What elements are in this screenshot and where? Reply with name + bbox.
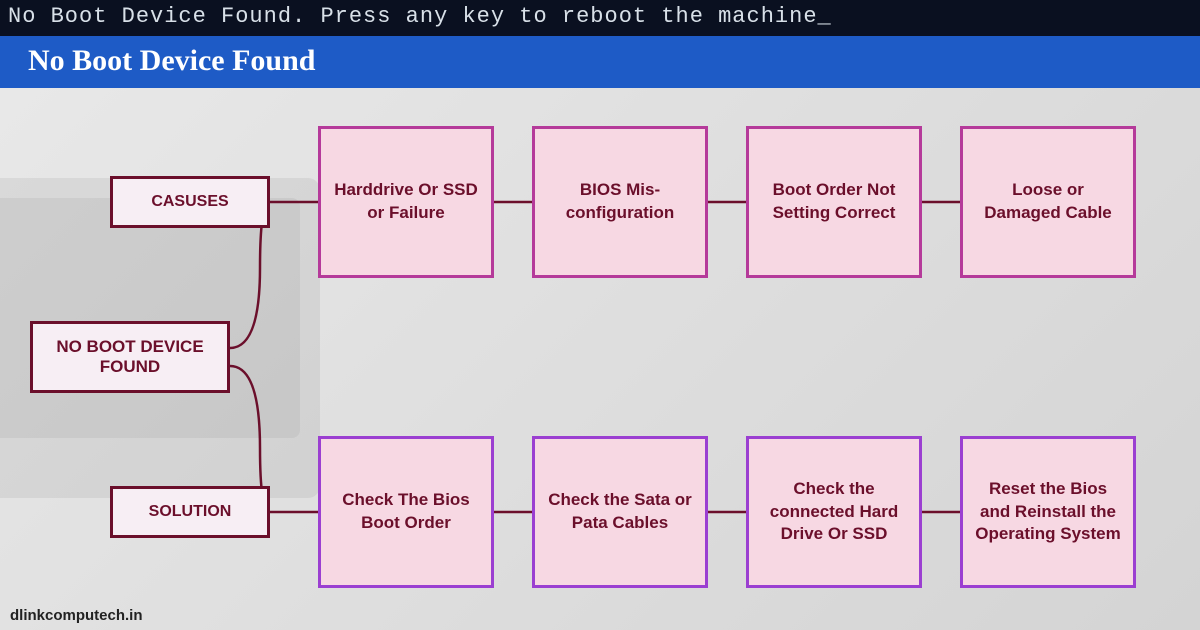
page-title: No Boot Device Found <box>0 36 1200 88</box>
solution-card-2: Check the Sata or Pata Cables <box>532 436 708 588</box>
causes-label: CASUSES <box>110 176 270 228</box>
cause-card-4: Loose or Damaged Cable <box>960 126 1136 278</box>
root-node: NO BOOT DEVICE FOUND <box>30 321 230 393</box>
diagram-area: NO BOOT DEVICE FOUND CASUSES SOLUTION Ha… <box>0 88 1200 630</box>
footer-credit: dlinkcomputech.in <box>10 607 143 624</box>
cause-card-1: Harddrive Or SSD or Failure <box>318 126 494 278</box>
solution-card-3: Check the connected Hard Drive Or SSD <box>746 436 922 588</box>
solution-label: SOLUTION <box>110 486 270 538</box>
solution-card-1: Check The Bios Boot Order <box>318 436 494 588</box>
solution-card-4: Reset the Bios and Reinstall the Operati… <box>960 436 1136 588</box>
cause-card-3: Boot Order Not Setting Correct <box>746 126 922 278</box>
cause-card-2: BIOS Mis-configuration <box>532 126 708 278</box>
terminal-banner: No Boot Device Found. Press any key to r… <box>0 0 1200 36</box>
